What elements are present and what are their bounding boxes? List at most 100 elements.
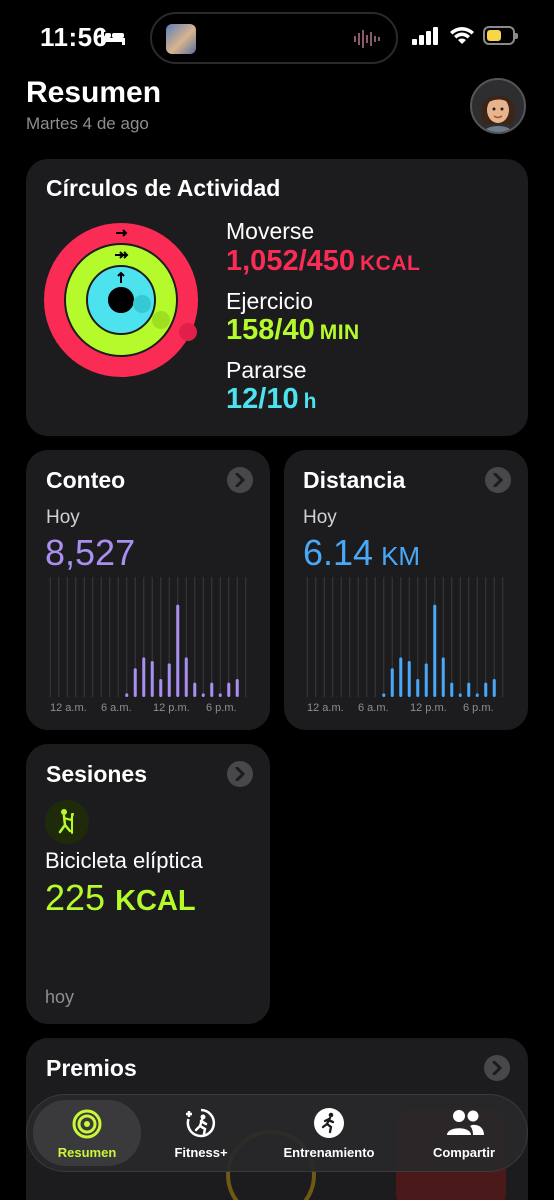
session-workout-name: Bicicleta elíptica <box>45 848 203 873</box>
page-title: Resumen <box>26 76 162 109</box>
tab-fitness-plus[interactable]: Fitness+ <box>153 1095 249 1171</box>
stand-value: 12/10 h <box>226 383 317 415</box>
distance-tick-0: 12 a.m. <box>307 702 344 714</box>
tab-resumen[interactable]: Resumen <box>33 1100 141 1166</box>
exercise-label: Ejercicio <box>226 288 313 314</box>
steps-card[interactable]: Conteo Hoy 8,527 12 a.m. 6 a.m. 12 p.m. … <box>26 450 270 730</box>
distance-card[interactable]: Distancia Hoy 6.14 KM 12 a.m. 6 a.m. 12 p… <box>284 450 528 730</box>
exercise-value: 158/40 MIN <box>226 314 360 346</box>
now-playing-artwork <box>166 24 196 54</box>
session-when: hoy <box>45 987 75 1007</box>
status-bar: 11:56 <box>0 0 554 80</box>
session-unit: KCAL <box>115 885 196 917</box>
tab-label-entrenamiento: Entrenamiento <box>283 1145 375 1160</box>
battery-icon <box>483 26 518 45</box>
move-unit: KCAL <box>360 252 421 275</box>
distance-period: Hoy <box>303 507 337 528</box>
steps-bar <box>227 682 231 697</box>
steps-period: Hoy <box>46 507 80 528</box>
steps-bar <box>167 663 171 697</box>
chevron-right-icon <box>235 473 246 487</box>
activity-rings <box>44 223 198 377</box>
cellular-signal-icon <box>412 27 438 45</box>
status-time: 11:56 <box>40 22 108 52</box>
activity-card-title: Círculos de Actividad <box>46 175 281 201</box>
move-label: Moverse <box>226 218 315 244</box>
steps-bar <box>142 657 146 697</box>
page-date: Martes 4 de ago <box>26 114 149 133</box>
rings-icon <box>72 1109 102 1139</box>
distance-bar <box>450 682 454 697</box>
steps-bar <box>235 679 239 697</box>
tab-bar: Resumen Fitness+ Entrenamiento Compartir <box>26 1094 528 1172</box>
tab-entrenamiento[interactable]: Entrenamiento <box>267 1095 391 1171</box>
wifi-icon <box>450 27 474 44</box>
people-icon <box>447 1110 484 1135</box>
steps-bar <box>133 668 137 697</box>
sessions-card[interactable]: Sesiones Bicicleta elíptica 225 KCAL hoy <box>26 744 270 1024</box>
distance-chevron-button[interactable] <box>485 467 511 493</box>
sessions-card-title: Sesiones <box>46 761 147 787</box>
steps-hourly-chart <box>49 577 247 697</box>
distance-bar <box>492 679 496 697</box>
elliptical-icon <box>45 800 89 844</box>
tab-label-compartir: Compartir <box>432 1145 496 1160</box>
fitness-plus-icon <box>186 1108 216 1138</box>
awards-chevron-button[interactable] <box>484 1055 510 1081</box>
distance-bar <box>407 661 411 697</box>
distance-value: 6.14 KM <box>303 532 421 573</box>
activity-rings-card[interactable]: Círculos de Actividad Moverse 1,052/450 K… <box>26 159 528 436</box>
steps-chevron-button[interactable] <box>227 467 253 493</box>
distance-bar <box>458 693 462 697</box>
stand-unit: h <box>303 390 317 413</box>
steps-value: 8,527 <box>45 532 136 573</box>
tab-label-resumen: Resumen <box>57 1145 117 1160</box>
steps-bar <box>176 604 180 697</box>
distance-bar <box>416 679 420 697</box>
distance-bar <box>399 657 403 697</box>
distance-card-title: Distancia <box>303 467 406 493</box>
distance-bar <box>467 682 471 697</box>
dynamic-island[interactable] <box>150 12 398 64</box>
distance-hourly-chart <box>306 577 504 697</box>
awards-card-title: Premios <box>46 1055 137 1081</box>
steps-bar <box>125 693 129 697</box>
steps-tick-3: 6 p.m. <box>206 702 237 714</box>
distance-bar <box>441 657 445 697</box>
stand-label: Pararse <box>226 357 307 383</box>
move-value: 1,052/450 KCAL <box>226 245 421 277</box>
steps-tick-2: 12 p.m. <box>153 702 190 714</box>
tab-compartir[interactable]: Compartir <box>411 1095 517 1171</box>
steps-bar <box>150 661 154 697</box>
distance-tick-2: 12 p.m. <box>410 702 447 714</box>
chevron-right-icon <box>235 767 246 781</box>
session-value: 225 KCAL <box>45 877 196 918</box>
distance-bar <box>475 693 479 697</box>
distance-bar <box>382 693 386 697</box>
steps-bar <box>210 682 214 697</box>
chevron-right-icon <box>492 1061 503 1075</box>
distance-bar <box>433 604 437 697</box>
audio-waveform-icon <box>354 30 380 48</box>
steps-bar <box>201 693 205 697</box>
distance-bar <box>390 668 394 697</box>
distance-bar <box>424 663 428 697</box>
steps-card-title: Conteo <box>46 467 126 493</box>
avatar[interactable] <box>470 78 526 134</box>
steps-tick-0: 12 a.m. <box>50 702 87 714</box>
chevron-right-icon <box>493 473 504 487</box>
steps-bar <box>159 679 163 697</box>
exercise-unit: MIN <box>319 321 360 344</box>
running-icon <box>314 1108 344 1138</box>
steps-bar <box>193 682 197 697</box>
distance-tick-3: 6 p.m. <box>463 702 494 714</box>
distance-unit: KM <box>381 541 421 571</box>
sessions-chevron-button[interactable] <box>227 761 253 787</box>
distance-tick-1: 6 a.m. <box>358 702 389 714</box>
tab-label-fitness-plus: Fitness+ <box>174 1145 228 1160</box>
sleep-bed-icon <box>101 29 125 45</box>
steps-tick-1: 6 a.m. <box>101 702 132 714</box>
steps-bar <box>184 657 188 697</box>
distance-bar <box>484 682 488 697</box>
steps-bar <box>218 693 222 697</box>
